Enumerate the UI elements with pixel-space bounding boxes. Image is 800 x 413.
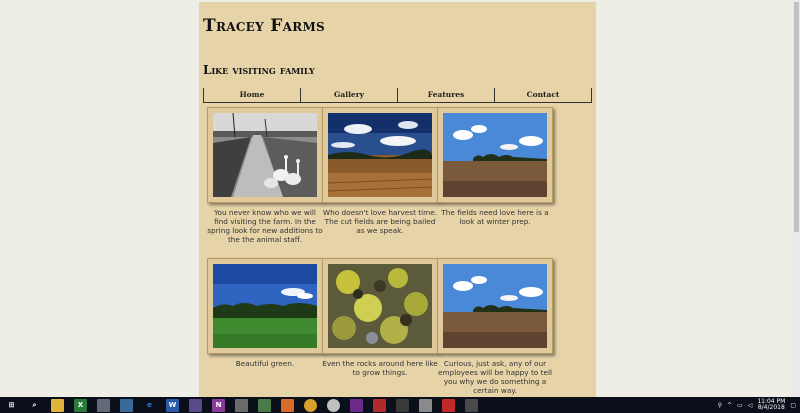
onenote-icon[interactable]: N — [212, 398, 225, 412]
caption-5: Even the rocks around here like to grow … — [322, 359, 438, 377]
people-icon[interactable]: ⚲ — [718, 402, 722, 409]
app-9-icon[interactable] — [419, 398, 432, 412]
file-explorer-icon[interactable] — [51, 398, 64, 412]
scrollbar-thumb[interactable] — [794, 2, 799, 232]
photo-plowed[interactable] — [437, 107, 553, 203]
app-8-icon[interactable] — [396, 398, 409, 412]
caption-6: Curious, just ask, any of our employees … — [438, 359, 552, 395]
app-4-icon[interactable] — [235, 398, 248, 412]
chrome-icon[interactable] — [304, 398, 317, 412]
site-subtitle: Like visiting family — [203, 63, 315, 77]
clock-date: 8/4/2018 — [757, 404, 785, 411]
system-tray: ⚲ ^ ▭ ◁ 11:04 PM 8/4/2018 ▢ — [718, 397, 796, 413]
nav-contact[interactable]: Contact — [494, 88, 592, 103]
photo-plowed-2[interactable] — [437, 258, 553, 354]
search-icon[interactable]: ⌕ — [28, 399, 41, 412]
geese-image — [213, 113, 317, 197]
page-container: Tracey Farms Like visiting family Home G… — [199, 2, 596, 397]
app-6-icon[interactable] — [281, 398, 294, 412]
caption-2: Who doesn't love harvest time. The cut f… — [322, 208, 438, 235]
excel-icon[interactable]: X — [74, 398, 87, 412]
harvest-image — [328, 113, 432, 197]
photo-harvest[interactable] — [322, 107, 438, 203]
lichen-rocks-image — [328, 264, 432, 348]
nav-features[interactable]: Features — [397, 88, 494, 103]
edge-icon[interactable]: e — [143, 399, 156, 412]
network-icon[interactable]: ▭ — [737, 402, 743, 409]
clock[interactable]: 11:04 PM 8/4/2018 — [757, 399, 785, 411]
app-2-icon[interactable] — [120, 398, 133, 412]
plowed-field-2-image — [443, 264, 547, 348]
app-10-icon[interactable] — [465, 398, 478, 412]
caption-3: The fields need love here is a look at w… — [441, 208, 549, 226]
filezilla-icon[interactable] — [373, 398, 386, 412]
plowed-field-image — [443, 113, 547, 197]
caption-1: You never know who we will find visiting… — [207, 208, 323, 244]
app-3-icon[interactable] — [189, 398, 202, 412]
nav-home[interactable]: Home — [203, 88, 300, 103]
green-meadow-image — [213, 264, 317, 348]
nav-gallery[interactable]: Gallery — [300, 88, 397, 103]
windows-taskbar: ⊞ ⌕ X e W N ⚲ ^ ▭ ◁ 11:04 PM 8/4/2018 ▢ — [0, 397, 800, 413]
volume-icon[interactable]: ◁ — [748, 402, 753, 409]
start-icon[interactable]: ⊞ — [5, 399, 18, 412]
app-5-icon[interactable] — [258, 398, 271, 412]
app-7-icon[interactable] — [350, 398, 363, 412]
acrobat-icon[interactable] — [442, 398, 455, 412]
photo-green[interactable] — [207, 258, 323, 354]
site-title: Tracey Farms — [203, 16, 326, 36]
main-nav: Home Gallery Features Contact — [203, 88, 592, 103]
chrome-2-icon[interactable] — [327, 398, 340, 412]
photo-rocks[interactable] — [322, 258, 438, 354]
page-scrollbar[interactable] — [793, 0, 800, 397]
word-icon[interactable]: W — [166, 398, 179, 412]
photo-geese[interactable] — [207, 107, 323, 203]
chevron-up-icon[interactable]: ^ — [727, 402, 732, 409]
caption-4: Beautiful green. — [235, 359, 295, 368]
notification-icon[interactable]: ▢ — [790, 402, 796, 409]
app-icon[interactable] — [97, 398, 110, 412]
